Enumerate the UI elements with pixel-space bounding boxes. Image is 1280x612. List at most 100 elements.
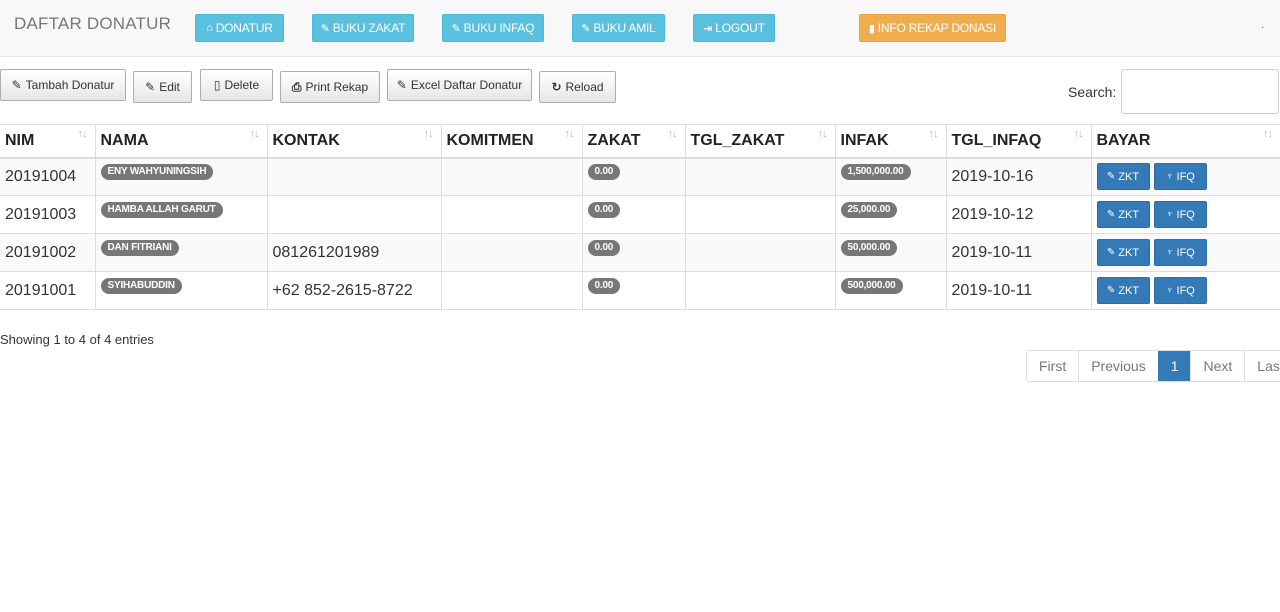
- table-info: Showing 1 to 4 of 4 entries: [0, 332, 154, 347]
- column-header-komitmen[interactable]: KOMITMEN ↑↓: [440, 124, 582, 159]
- reload-button[interactable]: ↻ Reload: [539, 71, 616, 103]
- amount-badge: 1,500,000.00: [840, 164, 911, 181]
- pagination-next[interactable]: Next: [1190, 351, 1245, 381]
- cell-tgl-infaq: 2019-10-12: [945, 195, 1091, 234]
- cell-komitmen: [440, 157, 582, 196]
- nav-donatur-button[interactable]: ⌂ DONATUR: [195, 14, 284, 42]
- cell-nim: 20191001: [0, 271, 95, 310]
- cell-bayar: ✎ ZKT ♆ IFQ: [1090, 271, 1280, 310]
- sort-icon: ↑↓: [249, 128, 260, 140]
- page-title: DAFTAR DONATUR: [14, 14, 172, 33]
- nav-info-rekap-button[interactable]: ▮ INFO REKAP DONASI: [859, 14, 1006, 42]
- pay-infaq-button[interactable]: ♆ IFQ: [1153, 277, 1207, 304]
- nav-button-label: BUKU ZAKAT: [332, 21, 406, 35]
- cell-bayar: ✎ ZKT ♆ IFQ: [1090, 157, 1280, 196]
- logout-icon: ⇥: [703, 22, 713, 35]
- sort-icon: ↑↓: [1263, 128, 1273, 140]
- home-icon: ⌂: [206, 22, 213, 34]
- pagination-previous[interactable]: Previous: [1078, 351, 1158, 381]
- pagination-first[interactable]: First: [1027, 351, 1079, 381]
- edit-icon: ✎: [581, 22, 591, 35]
- edit-icon: ✎: [1106, 247, 1116, 258]
- button-label: Tambah Donatur: [25, 78, 115, 92]
- refresh-icon: ↻: [551, 80, 562, 94]
- pay-zakat-button[interactable]: ✎ ZKT: [1096, 201, 1150, 228]
- column-header-zakat[interactable]: ZAKAT ↑↓: [581, 124, 685, 159]
- amount-badge: 25,000.00: [840, 202, 898, 218]
- search-label: Search:: [1068, 84, 1117, 100]
- table-row: 20191004 ENY WAHYUNINGSIH 0.00 1,500,000…: [0, 157, 1280, 196]
- delete-button[interactable]: ▯ Delete: [200, 69, 273, 101]
- column-header-bayar[interactable]: BAYAR ↑↓: [1090, 124, 1280, 159]
- cell-zakat: 0.00: [581, 271, 685, 310]
- edit-icon: ✎: [11, 78, 22, 92]
- amount-badge: 0.00: [587, 240, 621, 256]
- name-badge: ENY WAHYUNINGSIH: [100, 164, 214, 181]
- nav-button-label: LOGOUT: [715, 21, 765, 35]
- cell-tgl-infaq: 2019-10-11: [945, 233, 1091, 272]
- name-badge: HAMBA ALLAH GARUT: [100, 202, 223, 218]
- cell-infak: 1,500,000.00: [834, 157, 946, 196]
- pagination-page-1[interactable]: 1: [1157, 351, 1191, 381]
- amount-badge: 500,000.00: [840, 278, 903, 294]
- cell-nama: SYIHABUDDIN: [94, 271, 267, 310]
- cell-zakat: 0.00: [581, 233, 685, 272]
- cell-kontak: 081261201989: [266, 233, 441, 272]
- excel-export-button[interactable]: ✎ Excel Daftar Donatur: [387, 69, 532, 101]
- edit-icon: ✎: [1106, 171, 1116, 183]
- edit-icon: ✎: [451, 22, 461, 35]
- amount-badge: 50,000.00: [840, 240, 898, 256]
- cell-bayar: ✎ ZKT ♆ IFQ: [1090, 195, 1280, 234]
- print-icon: ⎙: [291, 79, 302, 94]
- edit-icon: ✎: [1106, 209, 1116, 220]
- sort-icon: ↑↓: [928, 128, 939, 140]
- pay-zakat-button[interactable]: ✎ ZKT: [1096, 277, 1150, 304]
- cell-infak: 50,000.00: [834, 233, 946, 272]
- button-label: Reload: [565, 80, 604, 94]
- search-input[interactable]: [1121, 69, 1279, 114]
- column-header-nama[interactable]: NAMA ↑↓: [94, 124, 267, 159]
- column-header-infak[interactable]: INFAK ↑↓: [834, 124, 946, 159]
- pagination-last[interactable]: Last: [1244, 351, 1280, 381]
- pay-zakat-button[interactable]: ✎ ZKT: [1096, 239, 1150, 266]
- nav-button-label: BUKU AMIL: [593, 21, 656, 35]
- sort-icon: ↑↓: [564, 128, 575, 140]
- nav-buku-zakat-button[interactable]: ✎ BUKU ZAKAT: [312, 14, 414, 42]
- pay-infaq-button[interactable]: ♆ IFQ: [1153, 201, 1207, 228]
- nav-buku-infaq-button[interactable]: ✎ BUKU INFAQ: [442, 14, 544, 42]
- edit-button[interactable]: ✎ Edit: [133, 71, 192, 103]
- grain-icon: ♆: [1166, 171, 1174, 183]
- column-header-tgl-zakat[interactable]: TGL_ZAKAT ↑↓: [684, 124, 835, 159]
- sort-icon: ↑↓: [817, 128, 828, 140]
- cell-bayar: ✎ ZKT ♆ IFQ: [1090, 233, 1280, 272]
- cell-nama: DAN FITRIANI: [94, 233, 267, 272]
- cell-nama: HAMBA ALLAH GARUT: [94, 195, 267, 234]
- trash-icon: ▯: [213, 78, 221, 92]
- column-header-tgl-infaq[interactable]: TGL_INFAQ ↑↓: [945, 124, 1091, 159]
- nav-logout-button[interactable]: ⇥ LOGOUT: [693, 14, 775, 42]
- nav-buku-amil-button[interactable]: ✎ BUKU AMIL: [572, 14, 665, 42]
- pay-zakat-button[interactable]: ✎ ZKT: [1096, 163, 1150, 191]
- column-header-nim[interactable]: NIM ↑↓: [0, 124, 95, 159]
- pay-infaq-button[interactable]: ♆ IFQ: [1153, 239, 1207, 266]
- cell-infak: 500,000.00: [834, 271, 946, 310]
- name-badge: DAN FITRIANI: [100, 240, 179, 256]
- sort-icon: ↑↓: [1073, 128, 1084, 140]
- cell-nim: 20191004: [0, 157, 95, 196]
- print-rekap-button[interactable]: ⎙ Print Rekap: [280, 71, 380, 103]
- table-row: 20191001 SYIHABUDDIN +62 852-2615-8722 0…: [0, 271, 1280, 310]
- nav-button-label: BUKU INFAQ: [463, 21, 535, 35]
- edit-icon: ✎: [320, 22, 330, 35]
- sort-icon: ↑↓: [77, 128, 88, 140]
- cell-komitmen: [440, 195, 582, 234]
- cell-kontak: [266, 195, 441, 234]
- pay-infaq-button[interactable]: ♆ IFQ: [1153, 163, 1207, 191]
- cell-tgl-zakat: [684, 271, 835, 310]
- add-donatur-button[interactable]: ✎ Tambah Donatur: [0, 69, 126, 101]
- nav-dot: .: [1261, 17, 1265, 31]
- edit-icon: ✎: [145, 80, 156, 94]
- column-header-kontak[interactable]: KONTAK ↑↓: [266, 124, 441, 159]
- cell-tgl-infaq: 2019-10-11: [945, 271, 1091, 310]
- amount-badge: 0.00: [587, 202, 621, 218]
- button-label: Delete: [224, 78, 260, 92]
